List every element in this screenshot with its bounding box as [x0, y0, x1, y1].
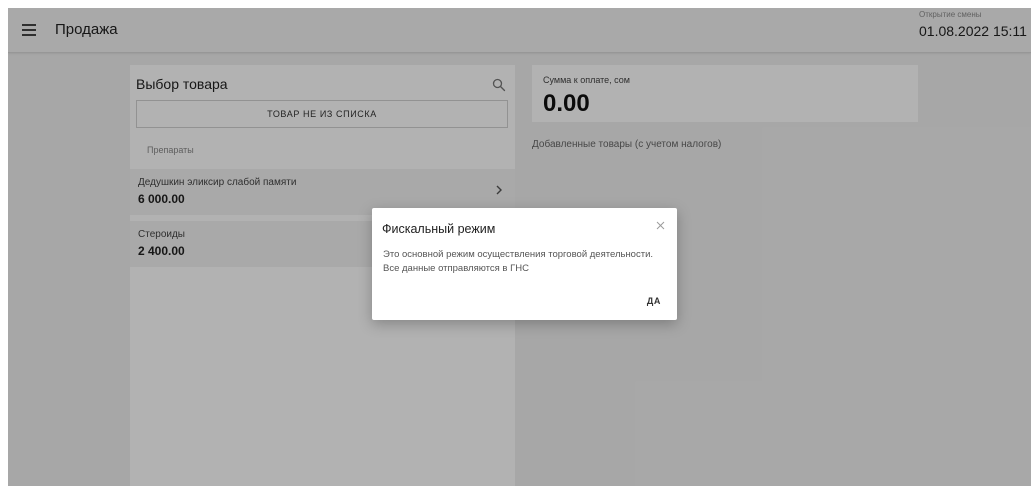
confirm-button[interactable]: ДА	[645, 294, 663, 308]
dialog-title: Фискальный режим	[382, 222, 496, 236]
fiscal-mode-dialog: Фискальный режим Это основной режим осущ…	[372, 208, 677, 320]
dialog-message: Это основной режим осуществления торгово…	[383, 249, 654, 274]
close-icon[interactable]	[656, 221, 665, 230]
app-screen: Продажа Открытие смены 01.08.2022 15:11 …	[8, 8, 1031, 486]
